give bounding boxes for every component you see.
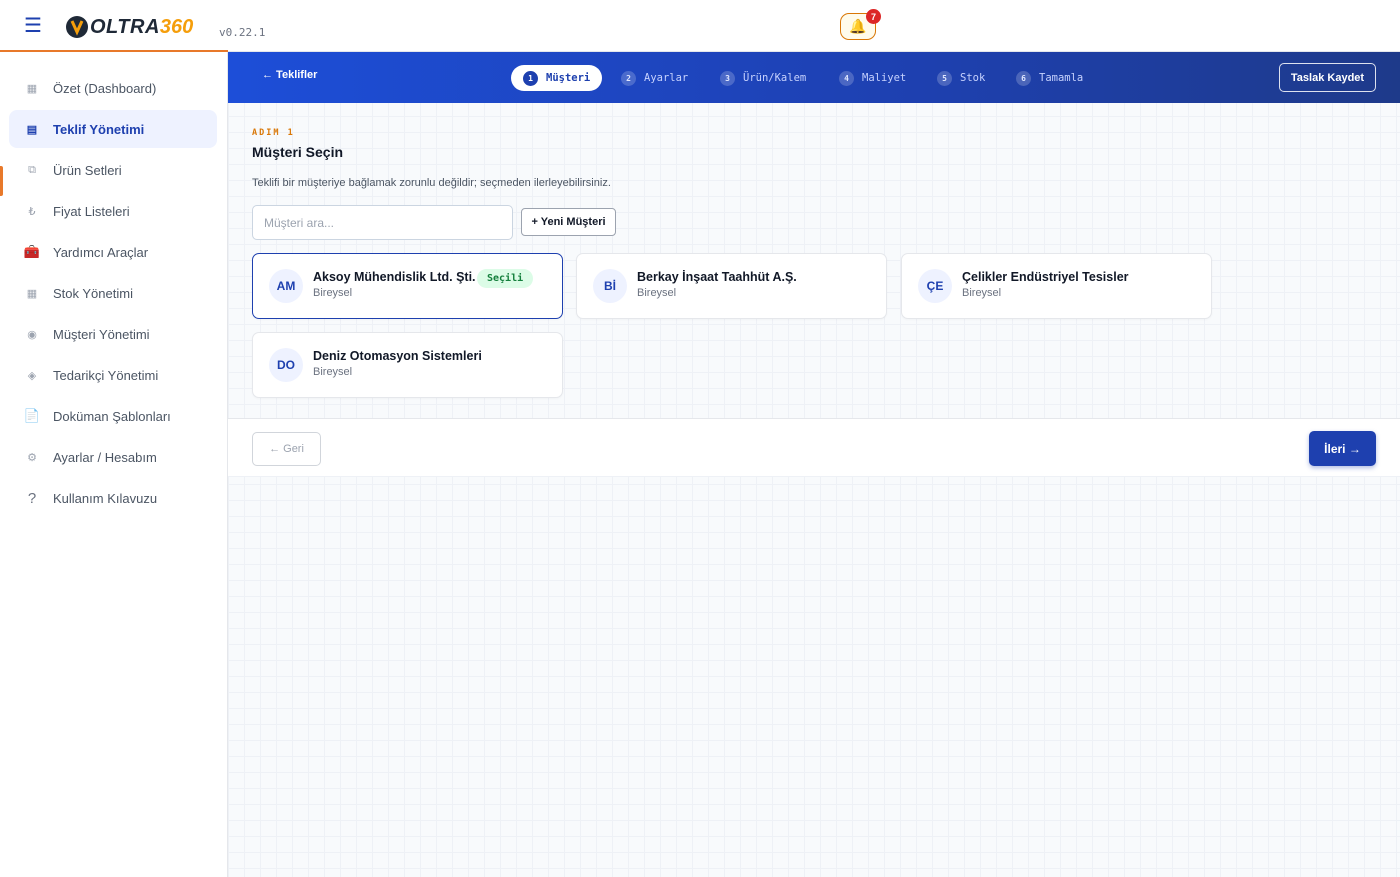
step-stock[interactable]: 5 Stok <box>937 65 985 91</box>
avatar: DO <box>269 348 303 382</box>
step-complete[interactable]: 6 Tamamla <box>1016 65 1083 91</box>
avatar: Bİ <box>593 269 627 303</box>
next-button[interactable]: İleri → <box>1309 431 1376 466</box>
step-products[interactable]: 3 Ürün/Kalem <box>720 65 806 91</box>
step-customer[interactable]: 1 Müşteri <box>511 65 603 91</box>
sidebar-item-label: Teklif Yönetimi <box>53 121 145 137</box>
customer-name: Aksoy Mühendislik Ltd. Şti. <box>313 270 476 284</box>
sidebar-item-label: Yardımcı Araçlar <box>53 244 149 260</box>
sidebar-item-quotes[interactable]: ▤ Teklif Yönetimi <box>9 110 217 148</box>
sidebar-item-price-lists[interactable]: ₺ Fiyat Listeleri <box>9 192 217 230</box>
sidebar: ▦ Özet (Dashboard) ▤ Teklif Yönetimi ⧉ Ü… <box>0 52 228 877</box>
sidebar-item-label: Doküman Şablonları <box>53 408 171 424</box>
step-number: 3 <box>720 70 735 86</box>
selected-badge: Seçili <box>477 269 534 288</box>
top-bar: ☰ OLTRA 360 v0.22.1 🔔 7 <box>0 0 1400 52</box>
customer-search-input[interactable] <box>252 205 513 240</box>
notification-count-badge: 7 <box>866 9 881 24</box>
wizard-step-bar: ← Teklifler 1 Müşteri 2 Ayarlar 3 Ürün/K… <box>228 52 1400 103</box>
app-logo[interactable]: OLTRA 360 <box>64 13 193 41</box>
step-number: 4 <box>839 70 854 86</box>
step-number: 6 <box>1016 70 1031 86</box>
customer-card[interactable]: AM Aksoy Mühendislik Ltd. Şti. Bireysel … <box>252 253 563 319</box>
help-icon: ? <box>27 489 37 507</box>
customer-card[interactable]: ÇE Çelikler Endüstriyel Tesisler Bireyse… <box>901 253 1212 319</box>
sidebar-item-tools[interactable]: 🧰 Yardımcı Araçlar <box>9 233 217 271</box>
back-button[interactable]: ← Geri <box>252 432 321 466</box>
step-label: Ayarlar <box>644 72 689 84</box>
customer-name: Berkay İnşaat Taahhüt A.Ş. <box>637 270 797 284</box>
sidebar-item-customers[interactable]: ◉ Müşteri Yönetimi <box>9 315 217 353</box>
wizard-footer: ← Geri İleri → <box>228 418 1400 477</box>
sidebar-item-guide[interactable]: ? Kullanım Kılavuzu <box>9 479 217 517</box>
step-label: Müşteri <box>546 72 591 84</box>
lira-icon: ₺ <box>28 205 36 218</box>
logo-mark-icon <box>66 16 88 38</box>
sidebar-item-suppliers[interactable]: ◈ Tedarikçi Yönetimi <box>9 356 217 394</box>
page-title: Müşteri Seçin <box>252 144 344 160</box>
sidebar-item-label: Ürün Setleri <box>53 162 122 178</box>
app-version: v0.22.1 <box>219 26 266 39</box>
step-label: Maliyet <box>862 72 907 84</box>
sidebar-item-stock[interactable]: ▦ Stok Yönetimi <box>9 274 217 312</box>
customer-type: Bireysel <box>313 366 353 378</box>
sidebar-item-label: Ayarlar / Hesabım <box>53 449 157 465</box>
active-indicator <box>0 166 3 196</box>
new-customer-button[interactable]: + Yeni Müşteri <box>521 208 616 236</box>
gear-icon: ⚙ <box>27 451 37 464</box>
customer-card[interactable]: DO Deniz Otomasyon Sistemleri Bireysel <box>252 332 563 398</box>
main-content: ← Teklifler 1 Müşteri 2 Ayarlar 3 Ürün/K… <box>228 52 1400 877</box>
logo-number: 360 <box>159 15 194 38</box>
diamond-icon: ◈ <box>27 369 37 382</box>
sidebar-item-label: Özet (Dashboard) <box>53 80 157 96</box>
step-cost[interactable]: 4 Maliyet <box>839 65 906 91</box>
document-list-icon: ▤ <box>26 123 38 136</box>
menu-icon[interactable]: ☰ <box>24 15 44 37</box>
sidebar-item-label: Kullanım Kılavuzu <box>53 490 158 506</box>
box-icon: ⧉ <box>28 163 36 176</box>
dashboard-icon: ▦ <box>26 82 38 95</box>
save-draft-button[interactable]: Taslak Kaydet <box>1279 63 1376 92</box>
avatar: ÇE <box>918 269 952 303</box>
step-label: Tamamla <box>1039 72 1084 84</box>
avatar: AM <box>269 269 303 303</box>
toolbox-icon: 🧰 <box>23 244 41 259</box>
back-to-quotes-link[interactable]: ← Teklifler <box>262 69 317 81</box>
step-kicker: ADIM 1 <box>252 128 295 138</box>
customer-name: Deniz Otomasyon Sistemleri <box>313 349 482 363</box>
sidebar-item-label: Fiyat Listeleri <box>53 203 130 219</box>
sidebar-item-dashboard[interactable]: ▦ Özet (Dashboard) <box>9 69 217 107</box>
file-icon: 📄 <box>23 408 41 423</box>
sidebar-item-templates[interactable]: 📄 Doküman Şablonları <box>9 397 217 435</box>
customer-card[interactable]: Bİ Berkay İnşaat Taahhüt A.Ş. Bireysel <box>576 253 887 319</box>
step-number: 5 <box>937 70 952 86</box>
grid-icon: ▦ <box>26 287 38 300</box>
logo-wordmark: OLTRA <box>90 15 160 38</box>
bell-icon: 🔔 <box>849 18 867 34</box>
customer-type: Bireysel <box>962 287 1002 299</box>
step-label: Ürün/Kalem <box>743 72 807 84</box>
customer-type: Bireysel <box>313 287 353 299</box>
step-settings[interactable]: 2 Ayarlar <box>621 65 688 91</box>
customer-type: Bireysel <box>637 287 677 299</box>
step-number: 2 <box>621 70 636 86</box>
customer-name: Çelikler Endüstriyel Tesisler <box>962 270 1129 284</box>
sidebar-item-label: Tedarikçi Yönetimi <box>53 367 159 383</box>
sidebar-item-label: Stok Yönetimi <box>53 285 133 301</box>
sidebar-item-label: Müşteri Yönetimi <box>53 326 150 342</box>
sidebar-item-product-sets[interactable]: ⧉ Ürün Setleri <box>9 151 217 189</box>
step-number: 1 <box>523 70 538 86</box>
step-label: Stok <box>960 72 986 84</box>
step-description: Teklifi bir müşteriye bağlamak zorunlu d… <box>252 177 611 189</box>
target-icon: ◉ <box>27 328 37 341</box>
sidebar-item-settings[interactable]: ⚙ Ayarlar / Hesabım <box>9 438 217 476</box>
